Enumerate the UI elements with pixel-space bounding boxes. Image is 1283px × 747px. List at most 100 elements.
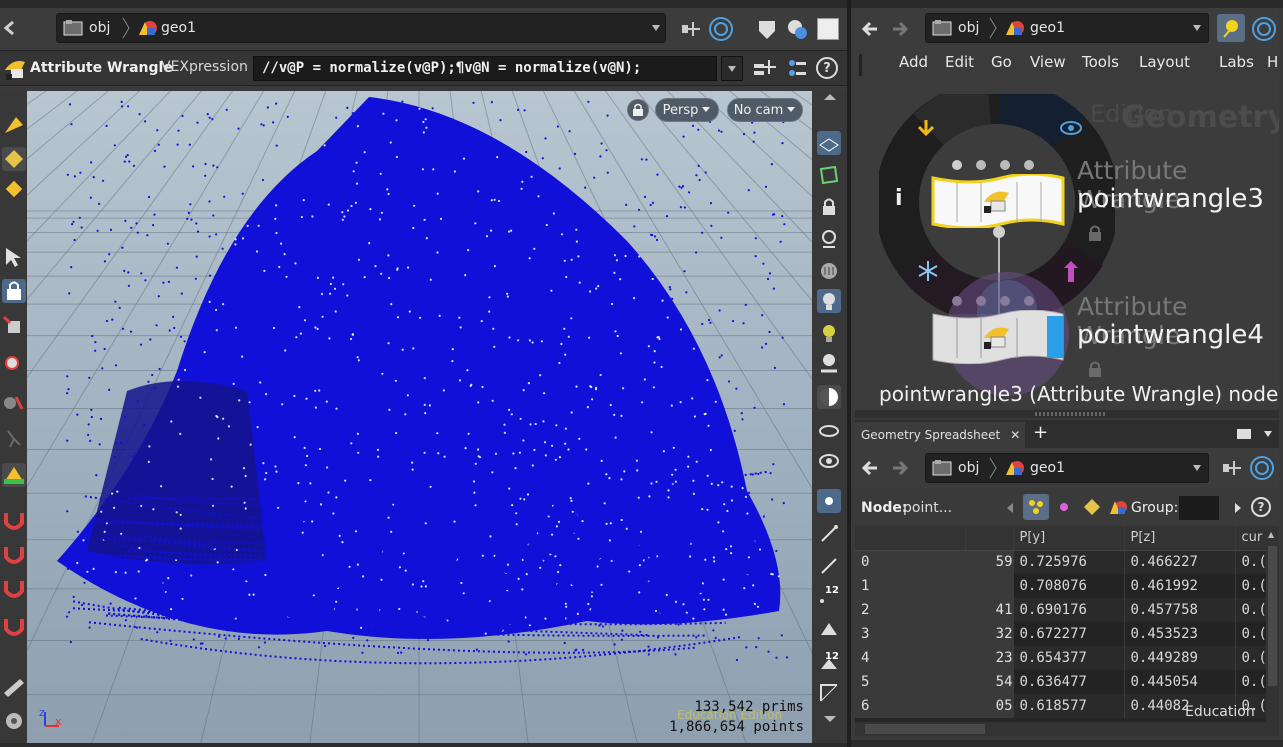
edge-select-icon[interactable] (2, 177, 26, 201)
lighting-icon[interactable] (817, 351, 841, 375)
timeline-ruler[interactable] (0, 743, 847, 747)
header-index[interactable] (855, 526, 966, 551)
magnet-icon-4[interactable] (2, 615, 26, 639)
header-px[interactable] (965, 526, 1014, 551)
3d-viewport[interactable]: Persp No cam Education Edition 133,542 p… (27, 91, 812, 743)
network-editor[interactable]: Education Edition Geometry i Attribute W… (855, 80, 1279, 408)
help-icon[interactable]: ? (816, 57, 838, 79)
table-row[interactable]: 4 23 0.654377 0.449289 0.( (855, 646, 1276, 670)
node1-name-label[interactable]: pointwrangle3 (1077, 184, 1264, 214)
lock-icon[interactable] (2, 279, 26, 303)
camera-icon[interactable] (817, 227, 841, 251)
scroll-up-icon[interactable] (818, 91, 842, 103)
transform-icon[interactable] (2, 315, 26, 339)
network-path-field[interactable]: obj geo1 (925, 13, 1209, 43)
node2-lock-icon[interactable] (1087, 360, 1103, 378)
help-icon[interactable]: ? (1251, 497, 1271, 517)
path-crumb-geo1[interactable]: geo1 (1030, 454, 1065, 482)
menu-go[interactable]: Go (991, 53, 1012, 71)
headlight-icon[interactable] (817, 321, 841, 345)
group-field[interactable] (1179, 496, 1219, 520)
spreadsheet-path-field[interactable]: obj geo1 (925, 453, 1209, 483)
link-circle-icon[interactable] (708, 16, 734, 42)
chevron-down-icon[interactable] (1263, 430, 1273, 438)
spreadsheet-table[interactable]: P[y] P[z] cur 0 59 0.725976 0.466227 0.(1 0.7… (855, 526, 1279, 722)
path-crumb-geo1[interactable]: geo1 (1030, 14, 1065, 42)
header-pz[interactable]: P[z] (1124, 526, 1236, 551)
select-mode-icon[interactable] (2, 113, 26, 137)
menu-add[interactable]: Add (899, 53, 928, 71)
info-icon[interactable]: i (895, 186, 903, 211)
add-parameter-icon[interactable] (752, 58, 776, 80)
chevron-down-icon[interactable] (1192, 463, 1202, 473)
node2-name-label[interactable]: pointwrangle4 (1077, 320, 1264, 350)
table-row[interactable]: 1 0.708076 0.461992 0.( (855, 574, 1276, 598)
wire-icon[interactable] (817, 419, 841, 443)
menu-help[interactable]: H (1267, 53, 1278, 71)
magnify-icon[interactable] (2, 353, 26, 377)
shield-display-icon[interactable] (756, 18, 778, 42)
menu-view[interactable]: View (1030, 53, 1066, 71)
chevron-down-icon[interactable] (651, 23, 661, 33)
table-row[interactable]: 5 54 0.636477 0.445054 0.( (855, 670, 1276, 694)
background-icon[interactable] (817, 259, 841, 283)
link-circle-icon[interactable] (1249, 455, 1275, 481)
bottom-ruler-right[interactable] (851, 740, 1283, 747)
magnet-icon-2[interactable] (2, 543, 26, 567)
node-pointwrangle4[interactable] (931, 310, 1065, 364)
back-arrow-icon[interactable] (861, 20, 879, 38)
path-crumb-obj[interactable]: obj (958, 14, 979, 42)
arrow-cursor-icon[interactable] (2, 245, 26, 269)
table-row[interactable]: 0 59 0.725976 0.466227 0.( (855, 550, 1276, 574)
freeze-snowflake-icon[interactable] (917, 260, 939, 282)
node-pointwrangle3[interactable] (931, 174, 1065, 228)
vertices-attrib-icon[interactable] (1051, 494, 1077, 520)
forward-arrow-icon[interactable] (891, 459, 909, 477)
path-crumb-obj[interactable]: obj (89, 14, 110, 42)
edge-display-icon[interactable] (817, 681, 841, 705)
hierarchy-icon[interactable] (786, 58, 808, 80)
viewport-square-icon[interactable] (817, 18, 839, 40)
camera-view-menu[interactable]: Persp (655, 98, 719, 122)
menu-layout[interactable]: Layout (1139, 53, 1190, 71)
right-arrow-icon[interactable] (1233, 502, 1243, 514)
point-number-icon[interactable]: 12 (817, 583, 841, 607)
tape-icon[interactable] (2, 709, 26, 733)
point-select-icon[interactable] (2, 147, 26, 171)
table-scrollbar[interactable]: ▲ (1266, 526, 1279, 722)
ruler-icon[interactable] (2, 675, 26, 699)
prim-display-icon[interactable] (817, 617, 841, 641)
primitives-attrib-icon[interactable] (1079, 494, 1105, 520)
menu-labs[interactable]: Labs (1219, 53, 1254, 71)
detail-attrib-icon[interactable] (1105, 494, 1131, 520)
scroll-down-icon[interactable] (818, 713, 842, 737)
back-arrow-icon[interactable] (861, 459, 879, 477)
viewport-lock-icon[interactable] (817, 195, 841, 219)
shading-icon[interactable] (817, 385, 841, 409)
skeleton-icon[interactable] (2, 427, 26, 451)
path-crumb-obj[interactable]: obj (958, 454, 979, 482)
display-flag-icon[interactable] (915, 118, 937, 140)
close-tab-icon[interactable]: ✕ (1010, 428, 1020, 442)
maximize-pane-icon[interactable] (1237, 429, 1251, 439)
hscroll-thumb[interactable] (865, 724, 985, 734)
scroll-up-icon[interactable]: ▲ (1268, 530, 1274, 539)
pose-icon[interactable] (2, 391, 26, 415)
ghost-display-icon[interactable] (817, 449, 841, 473)
point-display-icon[interactable] (817, 489, 841, 513)
magnet-icon-1[interactable] (2, 509, 26, 533)
tab-geometry-spreadsheet[interactable]: Geometry Spreadsheet ✕ (855, 422, 1025, 448)
table-row[interactable]: 2 41 0.690176 0.457758 0.( (855, 598, 1276, 622)
vector-display-icon[interactable] (817, 553, 841, 577)
header-py[interactable]: P[y] (1013, 526, 1125, 551)
view-lock-icon[interactable] (627, 99, 649, 121)
node1-lock-icon[interactable] (1087, 224, 1103, 242)
back-arrow-icon[interactable] (2, 18, 16, 38)
visibility-eye-icon[interactable] (1059, 120, 1083, 136)
points-attrib-icon[interactable] (1023, 494, 1049, 520)
pane-splitter[interactable] (855, 410, 1279, 418)
table-row[interactable]: 3 32 0.672277 0.453523 0.( (855, 622, 1276, 646)
normal-display-icon[interactable] (817, 521, 841, 545)
reference-plane-icon[interactable] (817, 163, 841, 187)
add-tab-icon[interactable]: + (1033, 422, 1048, 443)
